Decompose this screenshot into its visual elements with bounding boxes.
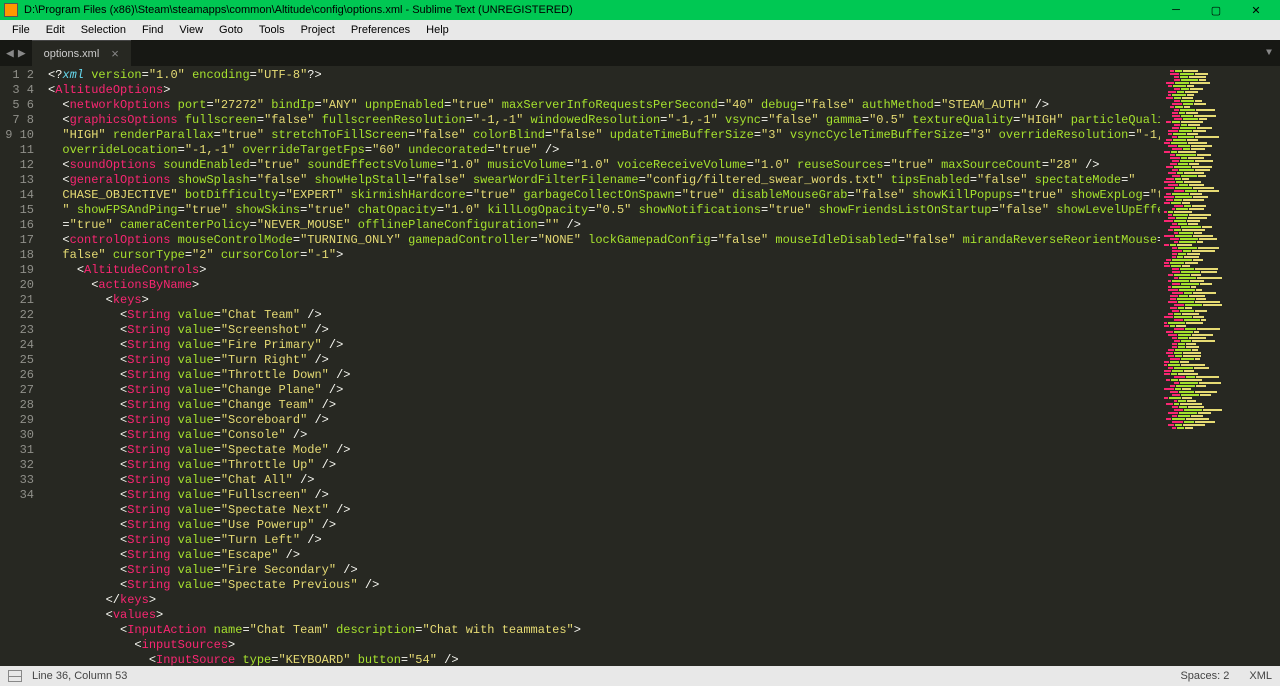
window-title: D:\Program Files (x86)\Steam\steamapps\c… (24, 4, 1156, 16)
panel-switcher-icon[interactable] (8, 670, 22, 682)
menubar: FileEditSelectionFindViewGotoToolsProjec… (0, 20, 1280, 40)
indent-setting[interactable]: Spaces: 2 (1180, 670, 1229, 682)
menu-preferences[interactable]: Preferences (343, 22, 418, 38)
nav-forward-icon[interactable]: ▶ (18, 46, 26, 61)
editor-area: 1 2 3 4 5 6 7 8 9 10 11 12 13 14 15 16 1… (0, 66, 1280, 666)
menu-tools[interactable]: Tools (251, 22, 293, 38)
tabbar: ◀ ▶ options.xml × ▼ (0, 40, 1280, 66)
syntax-setting[interactable]: XML (1249, 670, 1272, 682)
line-gutter[interactable]: 1 2 3 4 5 6 7 8 9 10 11 12 13 14 15 16 1… (0, 66, 48, 666)
nav-back-icon[interactable]: ◀ (6, 46, 14, 61)
tab-close-icon[interactable]: × (111, 46, 119, 61)
cursor-position[interactable]: Line 36, Column 53 (32, 670, 127, 682)
menu-help[interactable]: Help (418, 22, 457, 38)
tab-dropdown-icon[interactable]: ▼ (1266, 48, 1272, 59)
tab-label: options.xml (44, 48, 100, 60)
minimap[interactable] (1160, 66, 1280, 666)
menu-project[interactable]: Project (293, 22, 343, 38)
minimize-button[interactable]: ─ (1156, 0, 1196, 20)
menu-goto[interactable]: Goto (211, 22, 251, 38)
tab-options-xml[interactable]: options.xml × (32, 40, 131, 66)
menu-edit[interactable]: Edit (38, 22, 73, 38)
code-editor[interactable]: <?xml version="1.0" encoding="UTF-8"?> <… (48, 66, 1160, 666)
menu-find[interactable]: Find (134, 22, 171, 38)
titlebar[interactable]: D:\Program Files (x86)\Steam\steamapps\c… (0, 0, 1280, 20)
close-button[interactable]: ✕ (1236, 0, 1276, 20)
menu-file[interactable]: File (4, 22, 38, 38)
menu-view[interactable]: View (171, 22, 211, 38)
statusbar: Line 36, Column 53 Spaces: 2 XML (0, 666, 1280, 686)
menu-selection[interactable]: Selection (73, 22, 134, 38)
app-icon (4, 3, 18, 17)
maximize-button[interactable]: ▢ (1196, 0, 1236, 20)
